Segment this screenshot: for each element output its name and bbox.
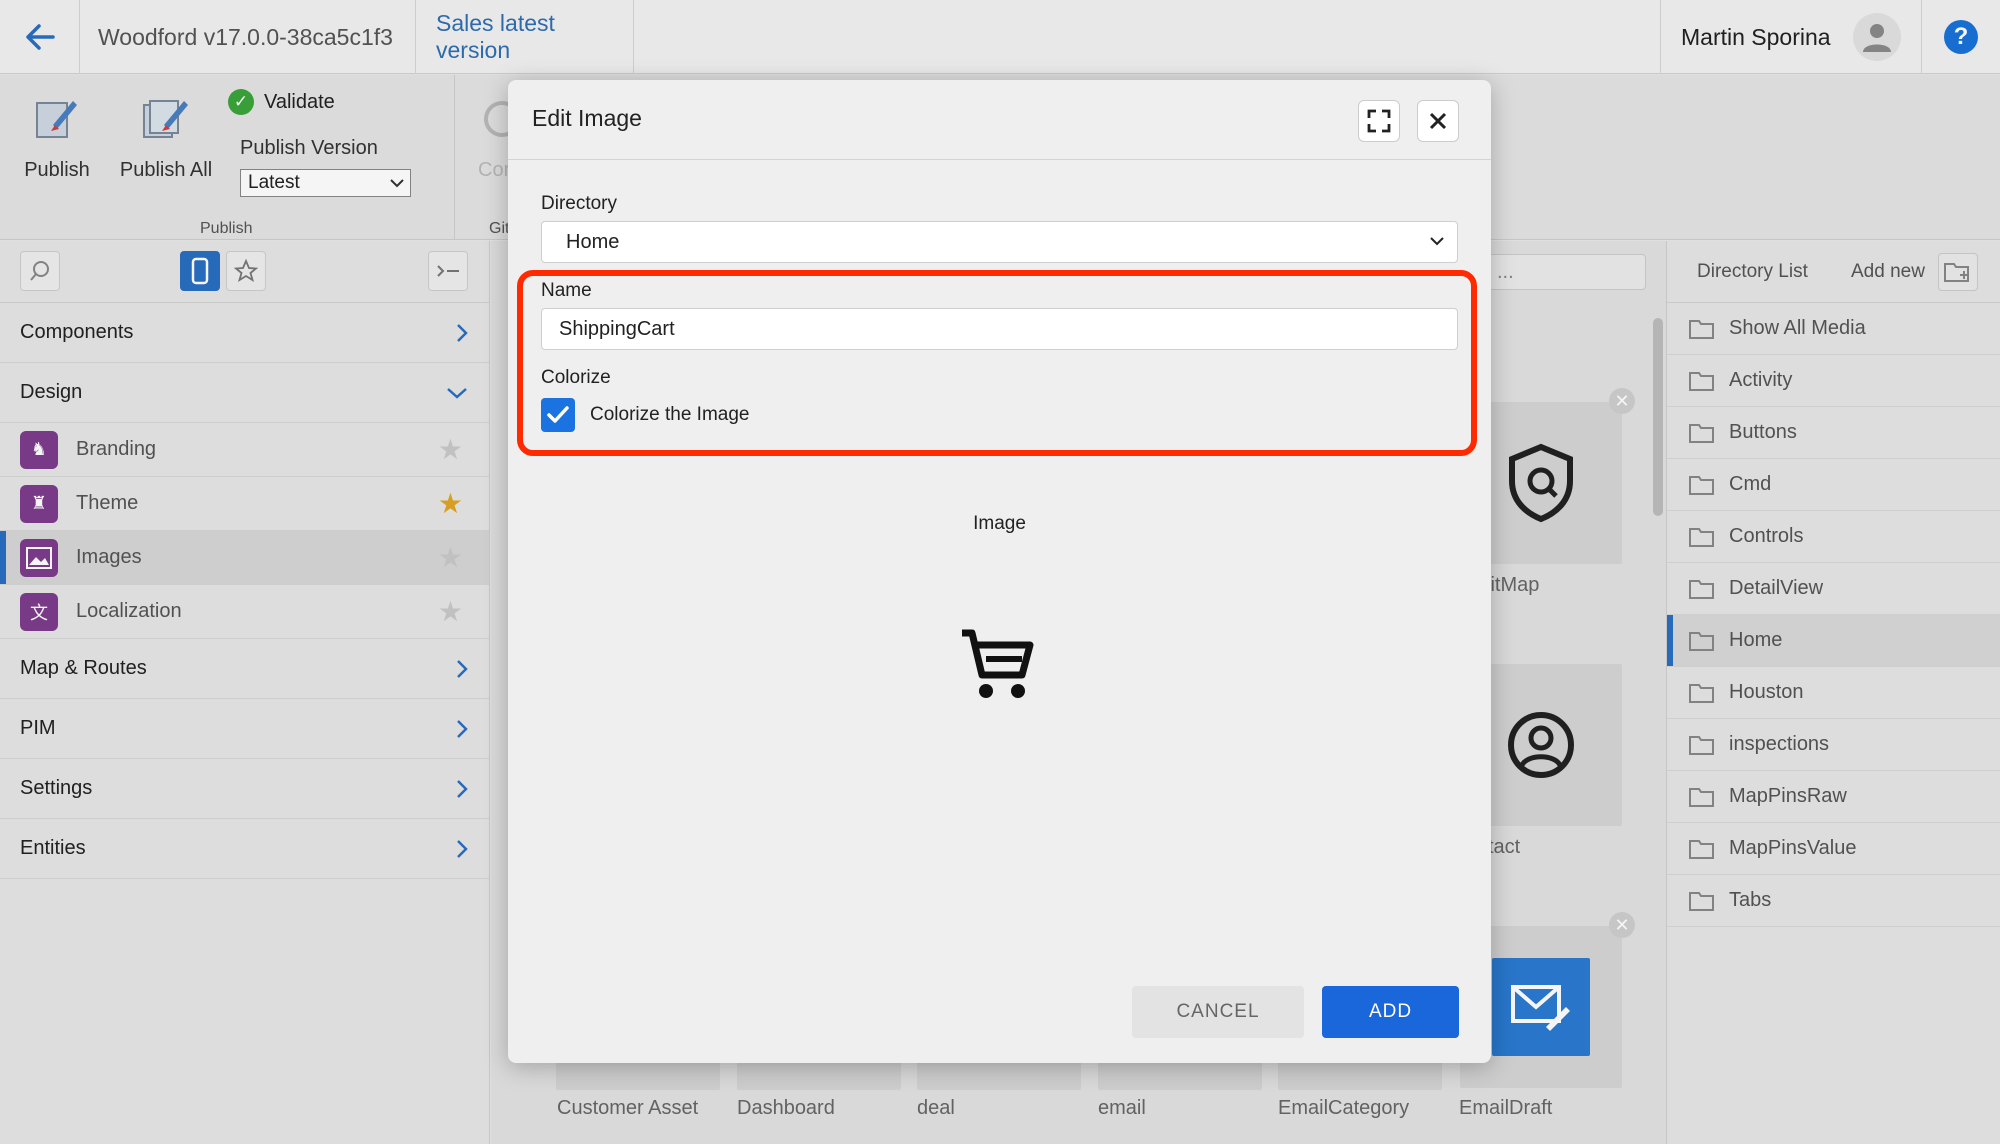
directory-label: Directory xyxy=(541,193,618,214)
shopping-cart-icon xyxy=(962,629,1034,698)
directory-select[interactable]: Home xyxy=(541,221,1458,263)
image-label: Image xyxy=(973,513,1026,534)
close-button[interactable] xyxy=(1417,100,1459,142)
directory-value: Home xyxy=(566,230,620,253)
add-button[interactable]: ADD xyxy=(1322,986,1459,1038)
dialog-header: Edit Image xyxy=(508,80,1491,160)
close-icon xyxy=(1429,112,1447,130)
dialog-title: Edit Image xyxy=(532,105,642,131)
chevron-down-icon xyxy=(1430,237,1444,246)
edit-image-dialog: Edit Image Directory Home Name Colorize … xyxy=(508,80,1491,1063)
expand-button[interactable] xyxy=(1358,100,1400,142)
cancel-button[interactable]: CANCEL xyxy=(1132,986,1304,1038)
highlight-annotation xyxy=(517,270,1477,456)
expand-icon xyxy=(1367,109,1391,133)
